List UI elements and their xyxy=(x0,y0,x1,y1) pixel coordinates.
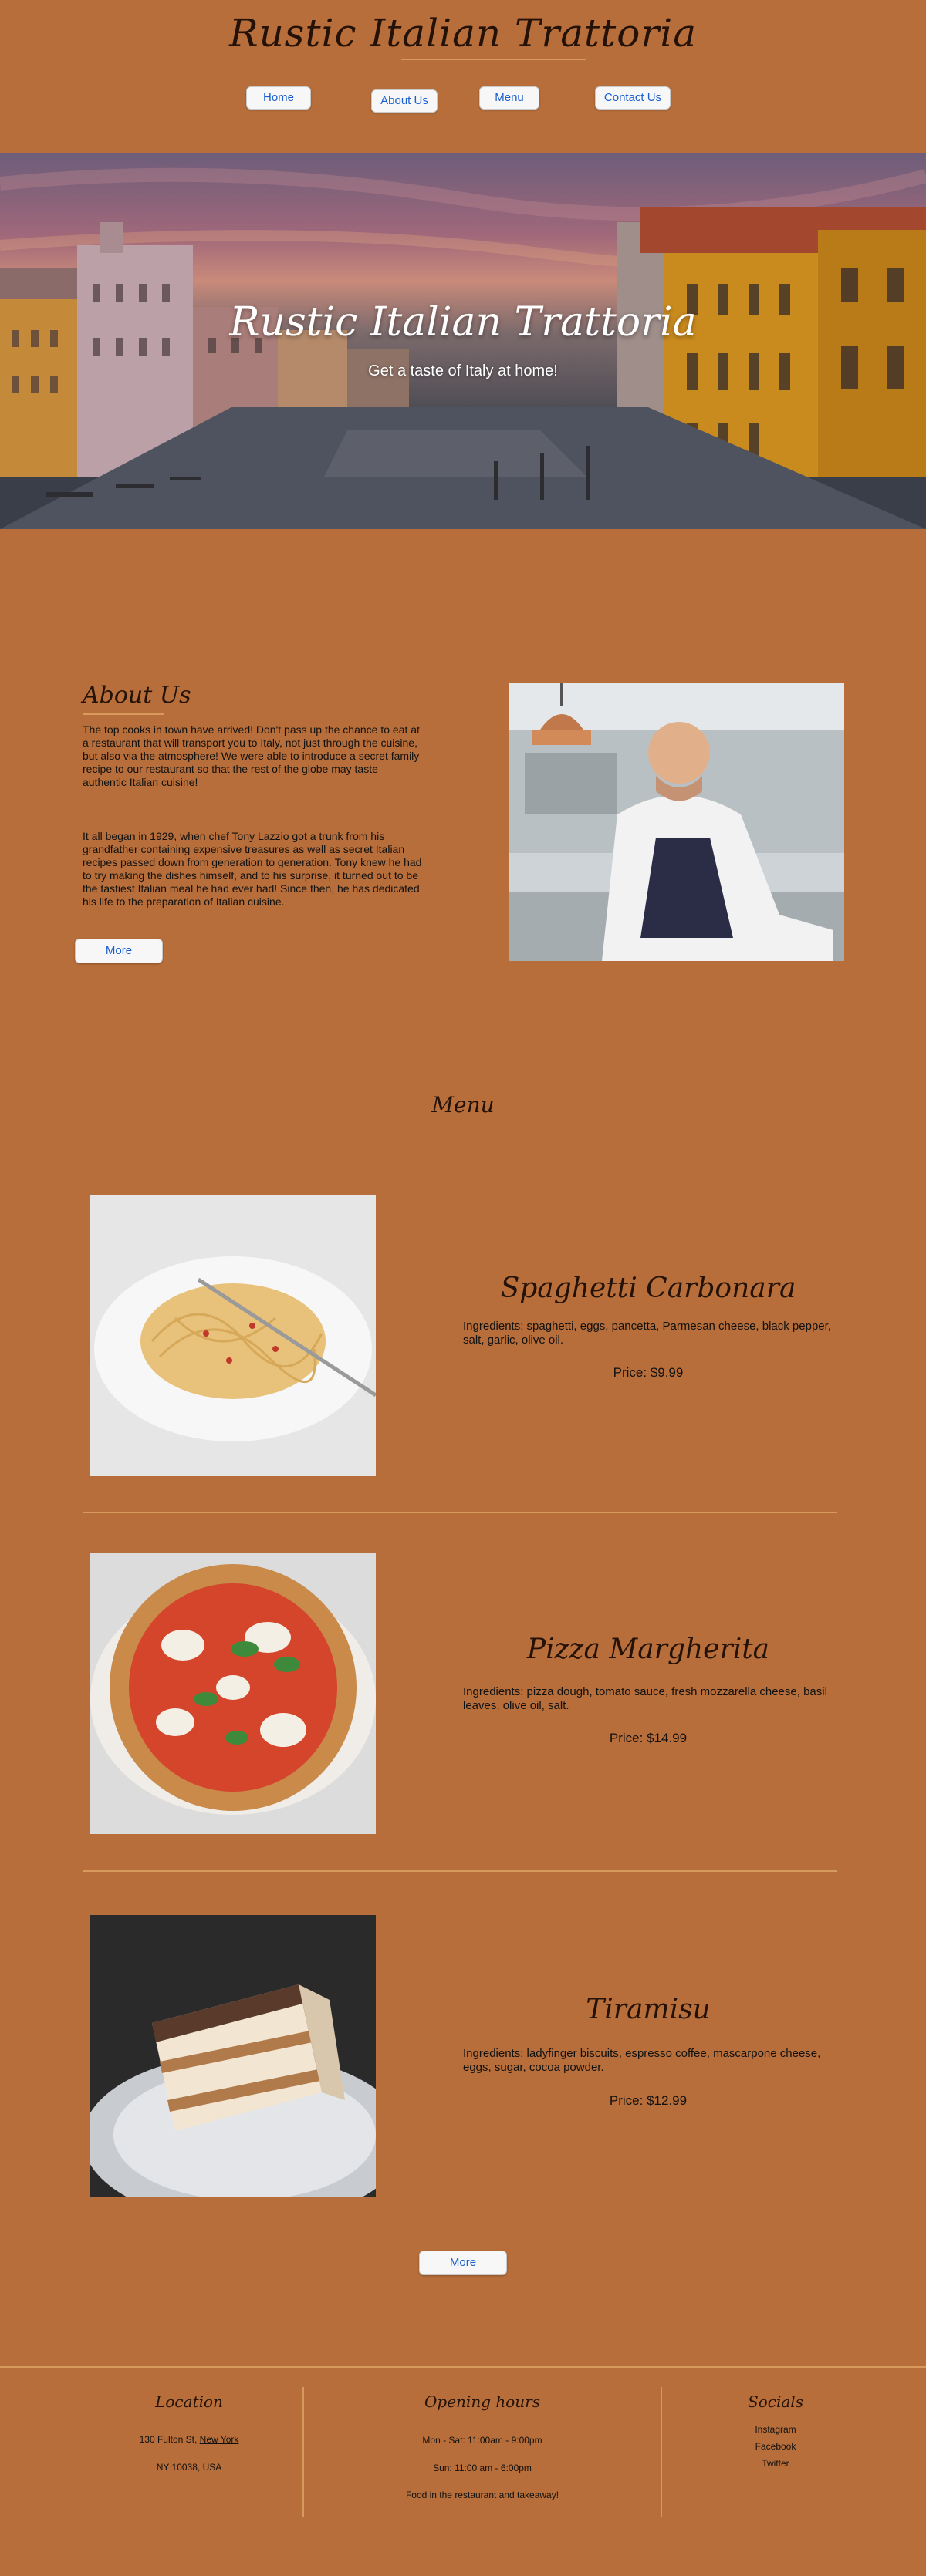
about-paragraph-2: It all began in 1929, when chef Tony Laz… xyxy=(83,830,422,908)
dish-price: Price: $14.99 xyxy=(609,1731,688,1745)
footer-divider xyxy=(0,2366,926,2368)
dish-ingredients: Ingredients: pizza dough, tomato sauce, … xyxy=(463,1685,827,1712)
about-more-button[interactable]: More xyxy=(75,939,163,963)
dish-name: Spaghetti Carbonara xyxy=(500,1273,796,1304)
footer-location-title: Location xyxy=(155,2392,223,2411)
hero-subtitle: Get a taste of Italy at home! xyxy=(368,362,558,379)
footer-address-line-1: 130 Fulton St, New York xyxy=(77,2434,301,2445)
footer-column-divider xyxy=(661,2387,662,2517)
pizza-photo xyxy=(90,1553,376,1834)
site-title: Rustic Italian Trattoria xyxy=(228,11,698,56)
dish-ingredients: Ingredients: spaghetti, eggs, pancetta, … xyxy=(463,1320,831,1347)
menu-divider xyxy=(83,1512,837,1513)
chef-photo xyxy=(509,683,844,961)
nav-home-button[interactable]: Home xyxy=(246,86,311,110)
address-city: New York xyxy=(199,2434,239,2445)
nav-about-button[interactable]: About Us xyxy=(371,89,438,113)
dish-price: Price: $12.99 xyxy=(609,2093,688,2108)
tiramisu-photo xyxy=(90,1915,376,2197)
address-street: 130 Fulton St, xyxy=(139,2434,198,2445)
menu-title: Menu xyxy=(431,1092,495,1118)
dish-name: Tiramisu xyxy=(586,1994,711,2025)
hours-weekdays: Mon - Sat: 11:00am - 9:00pm xyxy=(422,2435,542,2446)
about-title: About Us xyxy=(83,682,191,709)
footer-hours-title: Opening hours xyxy=(424,2392,540,2411)
about-underline xyxy=(83,713,164,715)
nav-menu-button[interactable]: Menu xyxy=(479,86,539,110)
hero-title: Rustic Italian Trattoria xyxy=(229,299,697,346)
menu-divider xyxy=(83,1870,837,1872)
dish-price: Price: $9.99 xyxy=(613,1365,684,1380)
hero-banner: Rustic Italian Trattoria Get a taste of … xyxy=(0,153,926,529)
spaghetti-photo xyxy=(90,1195,376,1476)
twitter-link[interactable]: Twitter xyxy=(664,2458,887,2469)
footer-address-line-2: NY 10038, USA xyxy=(156,2462,222,2473)
instagram-link[interactable]: Instagram xyxy=(664,2424,887,2435)
dish-name: Pizza Margherita xyxy=(526,1634,770,1665)
dish-ingredients: Ingredients: ladyfinger biscuits, espres… xyxy=(463,2047,821,2074)
footer-column-divider xyxy=(302,2387,304,2517)
about-paragraph-1: The top cooks in town have arrived! Don'… xyxy=(83,723,420,788)
footer-socials-title: Socials xyxy=(748,2392,803,2411)
title-underline xyxy=(401,59,586,60)
menu-more-button[interactable]: More xyxy=(419,2251,507,2275)
facebook-link[interactable]: Facebook xyxy=(664,2441,887,2452)
nav-contact-button[interactable]: Contact Us xyxy=(595,86,671,110)
hours-sunday: Sun: 11:00 am - 6:00pm xyxy=(433,2463,532,2473)
hours-note: Food in the restaurant and takeaway! xyxy=(405,2490,559,2500)
